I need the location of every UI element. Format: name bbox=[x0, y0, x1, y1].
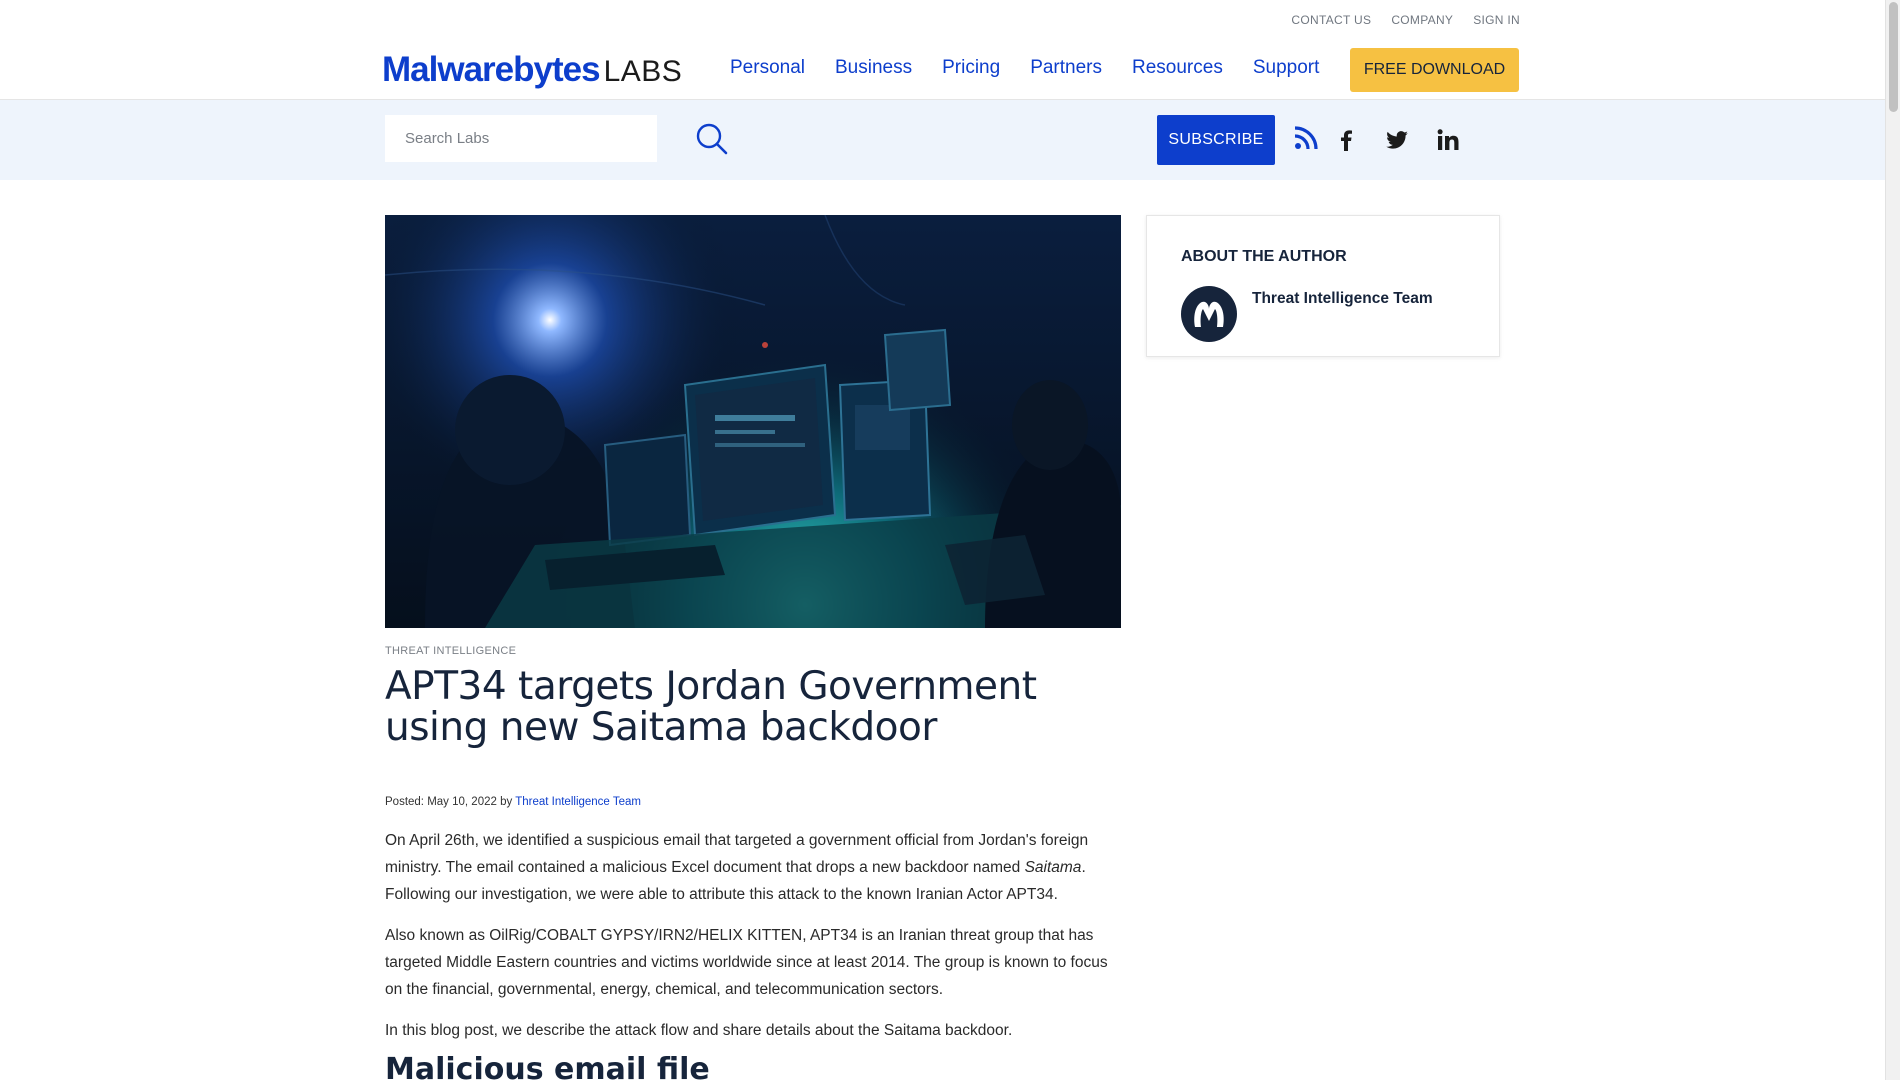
subscribe-button[interactable]: SUBSCRIBE bbox=[1157, 115, 1275, 165]
author-name-link[interactable]: Threat Intelligence Team bbox=[1252, 290, 1433, 308]
rss-icon[interactable] bbox=[1292, 124, 1320, 152]
author-link[interactable]: Threat Intelligence Team bbox=[515, 796, 641, 808]
article-category: THREAT INTELLIGENCE bbox=[385, 645, 517, 657]
search-input[interactable] bbox=[385, 115, 657, 162]
main-nav: Personal Business Pricing Partners Resou… bbox=[730, 57, 1319, 79]
nav-resources[interactable]: Resources bbox=[1132, 57, 1223, 79]
company-link[interactable]: COMPANY bbox=[1391, 13, 1453, 27]
scrollbar-thumb[interactable] bbox=[1889, 2, 1898, 112]
paragraph-3: In this blog post, we describe the attac… bbox=[385, 1022, 1013, 1039]
posted-date: Posted: May 10, 2022 by bbox=[385, 796, 516, 808]
about-author-heading: ABOUT THE AUTHOR bbox=[1181, 248, 1347, 265]
logo-wordmark: Malwarebytes bbox=[382, 50, 601, 89]
paragraph-1: On April 26th, we identified a suspiciou… bbox=[385, 827, 1125, 908]
post-meta: Posted: May 10, 2022 by Threat Intellige… bbox=[385, 796, 641, 808]
search-button[interactable] bbox=[692, 120, 732, 160]
section-heading: Malicious email file bbox=[385, 1052, 710, 1080]
logo-labs-text: LABS bbox=[603, 55, 683, 88]
labs-subbar bbox=[0, 100, 1885, 180]
facebook-icon[interactable] bbox=[1332, 126, 1360, 154]
site-header: CONTACT US COMPANY SIGN IN Malwarebytes … bbox=[0, 0, 1885, 100]
nav-support[interactable]: Support bbox=[1253, 57, 1320, 79]
paragraph-2: Also known as OilRig/COBALT GYPSY/IRN2/H… bbox=[385, 927, 1108, 998]
search-icon bbox=[696, 123, 728, 154]
author-avatar[interactable] bbox=[1181, 286, 1237, 342]
utility-nav: CONTACT US COMPANY SIGN IN bbox=[1291, 13, 1520, 27]
nav-pricing[interactable]: Pricing bbox=[942, 57, 1000, 79]
paragraph-1-text: On April 26th, we identified a suspiciou… bbox=[385, 832, 1089, 876]
about-author-card: ABOUT THE AUTHOR Threat Intelligence Tea… bbox=[1146, 215, 1500, 357]
nav-partners[interactable]: Partners bbox=[1030, 57, 1102, 79]
sign-in-link[interactable]: SIGN IN bbox=[1473, 13, 1520, 27]
article-hero-image bbox=[385, 215, 1121, 628]
free-download-button[interactable]: FREE DOWNLOAD bbox=[1350, 48, 1519, 92]
twitter-icon[interactable] bbox=[1383, 126, 1411, 154]
nav-personal[interactable]: Personal bbox=[730, 57, 805, 79]
article-body: On April 26th, we identified a suspiciou… bbox=[385, 827, 1125, 1058]
contact-us-link[interactable]: CONTACT US bbox=[1291, 13, 1371, 27]
malwarebytes-m-icon bbox=[1194, 301, 1224, 327]
saitama-emphasis: Saitama bbox=[1024, 859, 1082, 876]
malwarebytes-labs-logo[interactable]: Malwarebytes LABS bbox=[382, 50, 682, 90]
article-title: APT34 targets Jordan Government using ne… bbox=[385, 664, 1037, 750]
page-scrollbar[interactable] bbox=[1885, 0, 1900, 1080]
nav-business[interactable]: Business bbox=[835, 57, 912, 79]
linkedin-icon[interactable] bbox=[1434, 126, 1462, 154]
